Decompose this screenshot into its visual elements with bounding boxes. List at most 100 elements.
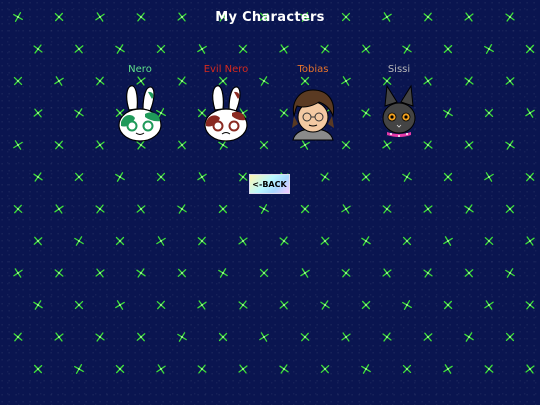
star-icon [136,268,146,278]
star-icon [300,268,310,278]
star-icon [341,332,351,342]
star-icon [279,236,289,246]
star-icon [197,236,207,246]
evil-nero-portrait[interactable] [194,80,258,144]
star-icon [361,172,371,182]
star-icon [54,204,64,214]
character-card-sissi[interactable]: Sissi [359,63,439,144]
star-icon [423,268,433,278]
star-icon [197,172,207,182]
star-icon [156,300,166,310]
star-icon [13,268,23,278]
star-icon [525,108,535,118]
star-icon [33,236,43,246]
star-icon [361,236,371,246]
star-icon [361,364,371,374]
star-icon [505,204,515,214]
star-icon [279,44,289,54]
star-icon [238,172,248,182]
star-icon [505,332,515,342]
star-icon [484,300,494,310]
star-icon [33,300,43,310]
star-icon [74,236,84,246]
star-icon [320,172,330,182]
star-icon [115,44,125,54]
nero-portrait[interactable] [108,80,172,144]
star-icon [443,236,453,246]
star-icon [197,300,207,310]
star-icon [238,44,248,54]
star-icon [443,108,453,118]
star-icon [525,172,535,182]
sissi-portrait[interactable] [367,80,431,144]
star-icon [300,332,310,342]
back-button[interactable]: <-BACK [249,174,290,194]
star-icon [320,236,330,246]
page-title: My Characters [215,10,325,25]
star-icon [13,204,23,214]
star-icon [74,172,84,182]
star-icon [259,332,269,342]
star-icon [402,364,412,374]
star-icon [464,76,474,86]
star-icon [320,44,330,54]
star-icon [74,44,84,54]
character-name-evil-nero: Evil Nero [203,64,249,75]
star-icon [115,364,125,374]
star-icon [33,172,43,182]
star-icon [505,268,515,278]
star-icon [95,204,105,214]
star-icon [361,44,371,54]
star-icon [464,204,474,214]
star-icon [341,204,351,214]
star-icon [238,364,248,374]
star-icon [279,364,289,374]
star-icon [525,300,535,310]
star-icon [484,108,494,118]
character-card-evil-nero[interactable]: Evil Nero [186,63,266,144]
star-icon [361,300,371,310]
star-icon [177,268,187,278]
star-icon [156,44,166,54]
star-icon [484,172,494,182]
star-icon [238,300,248,310]
star-icon [484,44,494,54]
star-icon [443,300,453,310]
star-icon [156,364,166,374]
star-icon [320,364,330,374]
star-icon [443,172,453,182]
star-icon [402,44,412,54]
star-icon [525,364,535,374]
star-icon [74,108,84,118]
character-card-tobias[interactable]: Tobias [273,63,353,144]
star-icon [505,76,515,86]
star-icon [218,268,228,278]
character-name-nero: Nero [128,64,152,75]
star-icon [218,204,228,214]
star-icon [382,268,392,278]
character-card-nero[interactable]: Nero [100,63,180,144]
star-icon [13,76,23,86]
star-icon [464,268,474,278]
tobias-portrait[interactable] [281,80,345,144]
star-icon [464,332,474,342]
star-icon [300,204,310,214]
star-icon [382,332,392,342]
star-icon [95,268,105,278]
star-icon [115,172,125,182]
star-icon [74,364,84,374]
star-icon [13,140,23,150]
star-icon [54,76,64,86]
star-icon [464,140,474,150]
star-icon [382,204,392,214]
star-icon [279,300,289,310]
star-icon [197,364,207,374]
star-icon [54,332,64,342]
star-icon [218,332,228,342]
star-icon [484,236,494,246]
star-icon [156,172,166,182]
character-name-tobias: Tobias [297,64,329,75]
star-icon [259,204,269,214]
star-icon [54,140,64,150]
star-icon [54,268,64,278]
